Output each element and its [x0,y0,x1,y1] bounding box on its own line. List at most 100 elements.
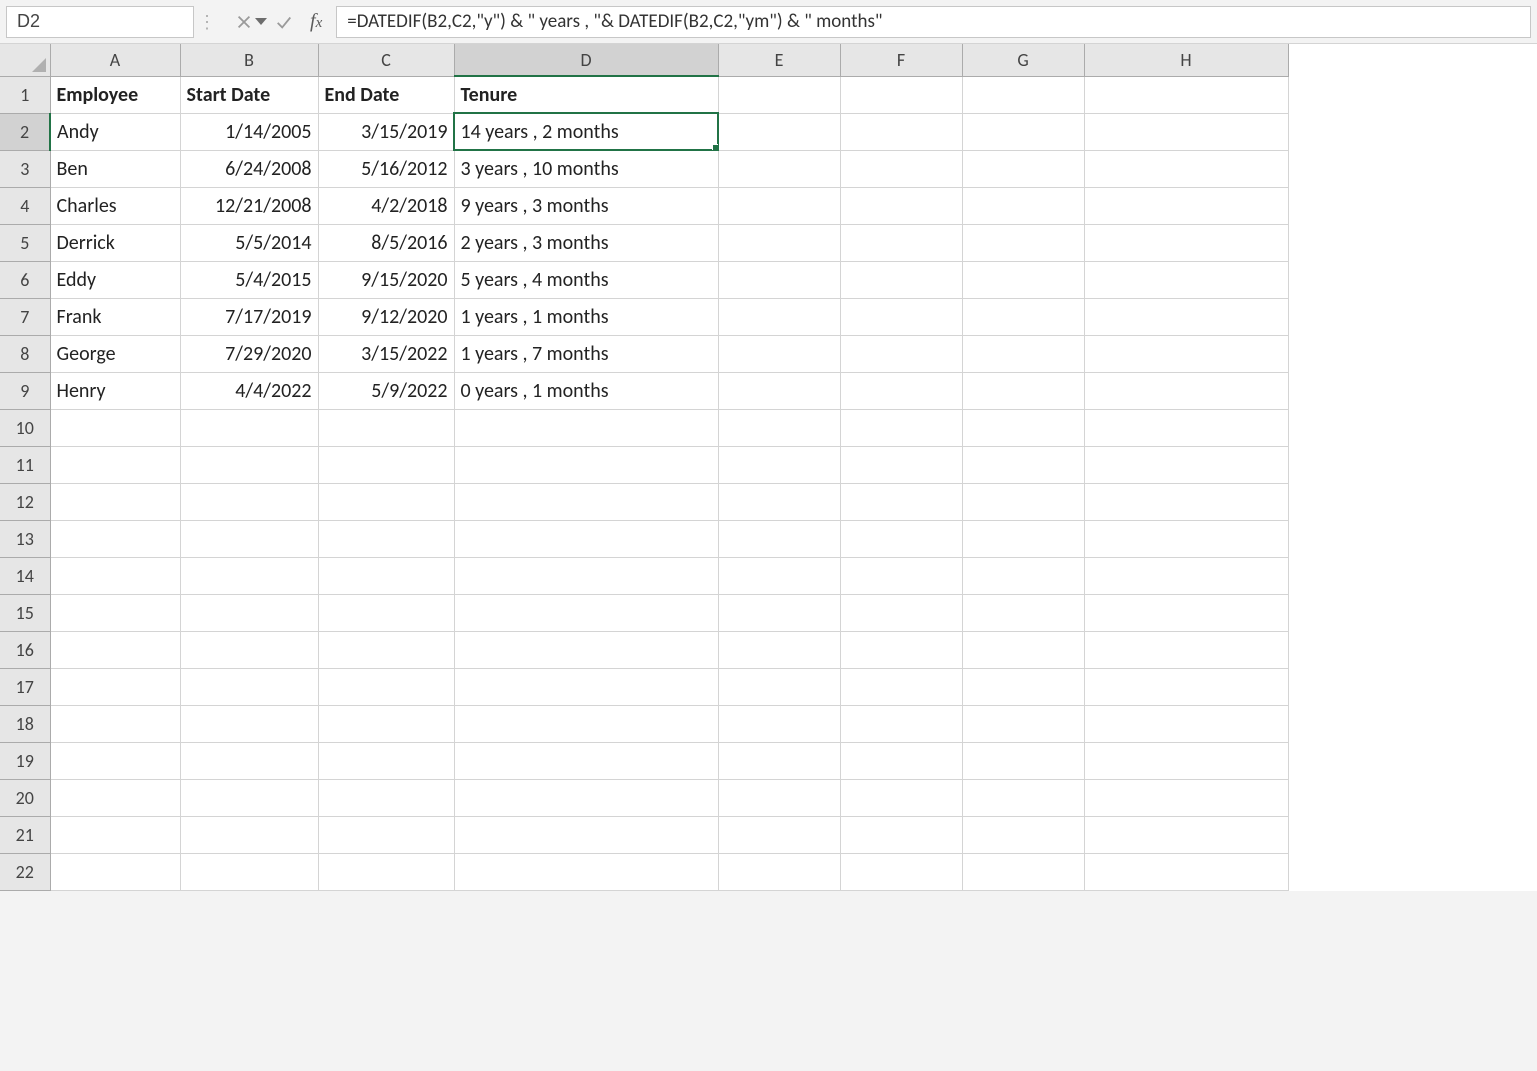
cell-B20[interactable] [180,779,318,816]
cell-G19[interactable] [962,742,1084,779]
cell-C15[interactable] [318,594,454,631]
cell-E6[interactable] [718,261,840,298]
cell-A22[interactable] [50,853,180,890]
cell-C18[interactable] [318,705,454,742]
fx-icon[interactable]: fx [310,10,322,33]
cell-F3[interactable] [840,150,962,187]
row-header-8[interactable]: 8 [0,335,50,372]
cell-C13[interactable] [318,520,454,557]
cell-D6[interactable]: 5 years , 4 months [454,261,718,298]
cell-G6[interactable] [962,261,1084,298]
cell-G4[interactable] [962,187,1084,224]
cell-B17[interactable] [180,668,318,705]
cell-H1[interactable] [1084,76,1288,113]
cell-E3[interactable] [718,150,840,187]
cell-E18[interactable] [718,705,840,742]
row-header-1[interactable]: 1 [0,76,50,113]
cell-G13[interactable] [962,520,1084,557]
cell-H4[interactable] [1084,187,1288,224]
cell-E19[interactable] [718,742,840,779]
cell-D18[interactable] [454,705,718,742]
cell-C16[interactable] [318,631,454,668]
cell-G2[interactable] [962,113,1084,150]
cell-B7[interactable]: 7/17/2019 [180,298,318,335]
cell-B4[interactable]: 12/21/2008 [180,187,318,224]
cell-C1[interactable]: End Date [318,76,454,113]
row-header-3[interactable]: 3 [0,150,50,187]
column-header-B[interactable]: B [180,44,318,76]
cell-H9[interactable] [1084,372,1288,409]
cell-E12[interactable] [718,483,840,520]
column-header-A[interactable]: A [50,44,180,76]
cell-G10[interactable] [962,409,1084,446]
cell-H20[interactable] [1084,779,1288,816]
column-header-H[interactable]: H [1084,44,1288,76]
cell-C17[interactable] [318,668,454,705]
cell-A12[interactable] [50,483,180,520]
row-header-12[interactable]: 12 [0,483,50,520]
cell-C19[interactable] [318,742,454,779]
cell-H8[interactable] [1084,335,1288,372]
cell-F13[interactable] [840,520,962,557]
cell-C4[interactable]: 4/2/2018 [318,187,454,224]
cell-A13[interactable] [50,520,180,557]
cell-H12[interactable] [1084,483,1288,520]
cell-B12[interactable] [180,483,318,520]
cell-E10[interactable] [718,409,840,446]
cell-A10[interactable] [50,409,180,446]
cell-B3[interactable]: 6/24/2008 [180,150,318,187]
row-header-5[interactable]: 5 [0,224,50,261]
cell-G9[interactable] [962,372,1084,409]
cell-C5[interactable]: 8/5/2016 [318,224,454,261]
cell-G1[interactable] [962,76,1084,113]
cell-B21[interactable] [180,816,318,853]
cell-H11[interactable] [1084,446,1288,483]
cell-F6[interactable] [840,261,962,298]
column-header-E[interactable]: E [718,44,840,76]
cell-A14[interactable] [50,557,180,594]
cell-A3[interactable]: Ben [50,150,180,187]
cell-D9[interactable]: 0 years , 1 months [454,372,718,409]
cell-D15[interactable] [454,594,718,631]
cell-D5[interactable]: 2 years , 3 months [454,224,718,261]
cell-G22[interactable] [962,853,1084,890]
cell-B22[interactable] [180,853,318,890]
cell-F22[interactable] [840,853,962,890]
row-header-11[interactable]: 11 [0,446,50,483]
cell-H10[interactable] [1084,409,1288,446]
cell-B5[interactable]: 5/5/2014 [180,224,318,261]
cell-F5[interactable] [840,224,962,261]
cell-E22[interactable] [718,853,840,890]
cell-F8[interactable] [840,335,962,372]
cell-H15[interactable] [1084,594,1288,631]
cell-F19[interactable] [840,742,962,779]
cell-H14[interactable] [1084,557,1288,594]
cell-F16[interactable] [840,631,962,668]
cell-D21[interactable] [454,816,718,853]
cell-B6[interactable]: 5/4/2015 [180,261,318,298]
cell-A8[interactable]: George [50,335,180,372]
cell-A20[interactable] [50,779,180,816]
cell-C9[interactable]: 5/9/2022 [318,372,454,409]
cell-F11[interactable] [840,446,962,483]
cell-E15[interactable] [718,594,840,631]
cell-H3[interactable] [1084,150,1288,187]
cell-C8[interactable]: 3/15/2022 [318,335,454,372]
cell-B11[interactable] [180,446,318,483]
cell-B16[interactable] [180,631,318,668]
enter-formula-button[interactable] [264,6,304,38]
cell-D2[interactable]: 14 years , 2 months [454,113,718,150]
cell-G3[interactable] [962,150,1084,187]
cell-C10[interactable] [318,409,454,446]
cell-A1[interactable]: Employee [50,76,180,113]
cell-A5[interactable]: Derrick [50,224,180,261]
row-header-7[interactable]: 7 [0,298,50,335]
row-header-17[interactable]: 17 [0,668,50,705]
cell-G5[interactable] [962,224,1084,261]
cell-E7[interactable] [718,298,840,335]
cell-C11[interactable] [318,446,454,483]
cell-E21[interactable] [718,816,840,853]
column-header-G[interactable]: G [962,44,1084,76]
cell-F1[interactable] [840,76,962,113]
cell-G16[interactable] [962,631,1084,668]
